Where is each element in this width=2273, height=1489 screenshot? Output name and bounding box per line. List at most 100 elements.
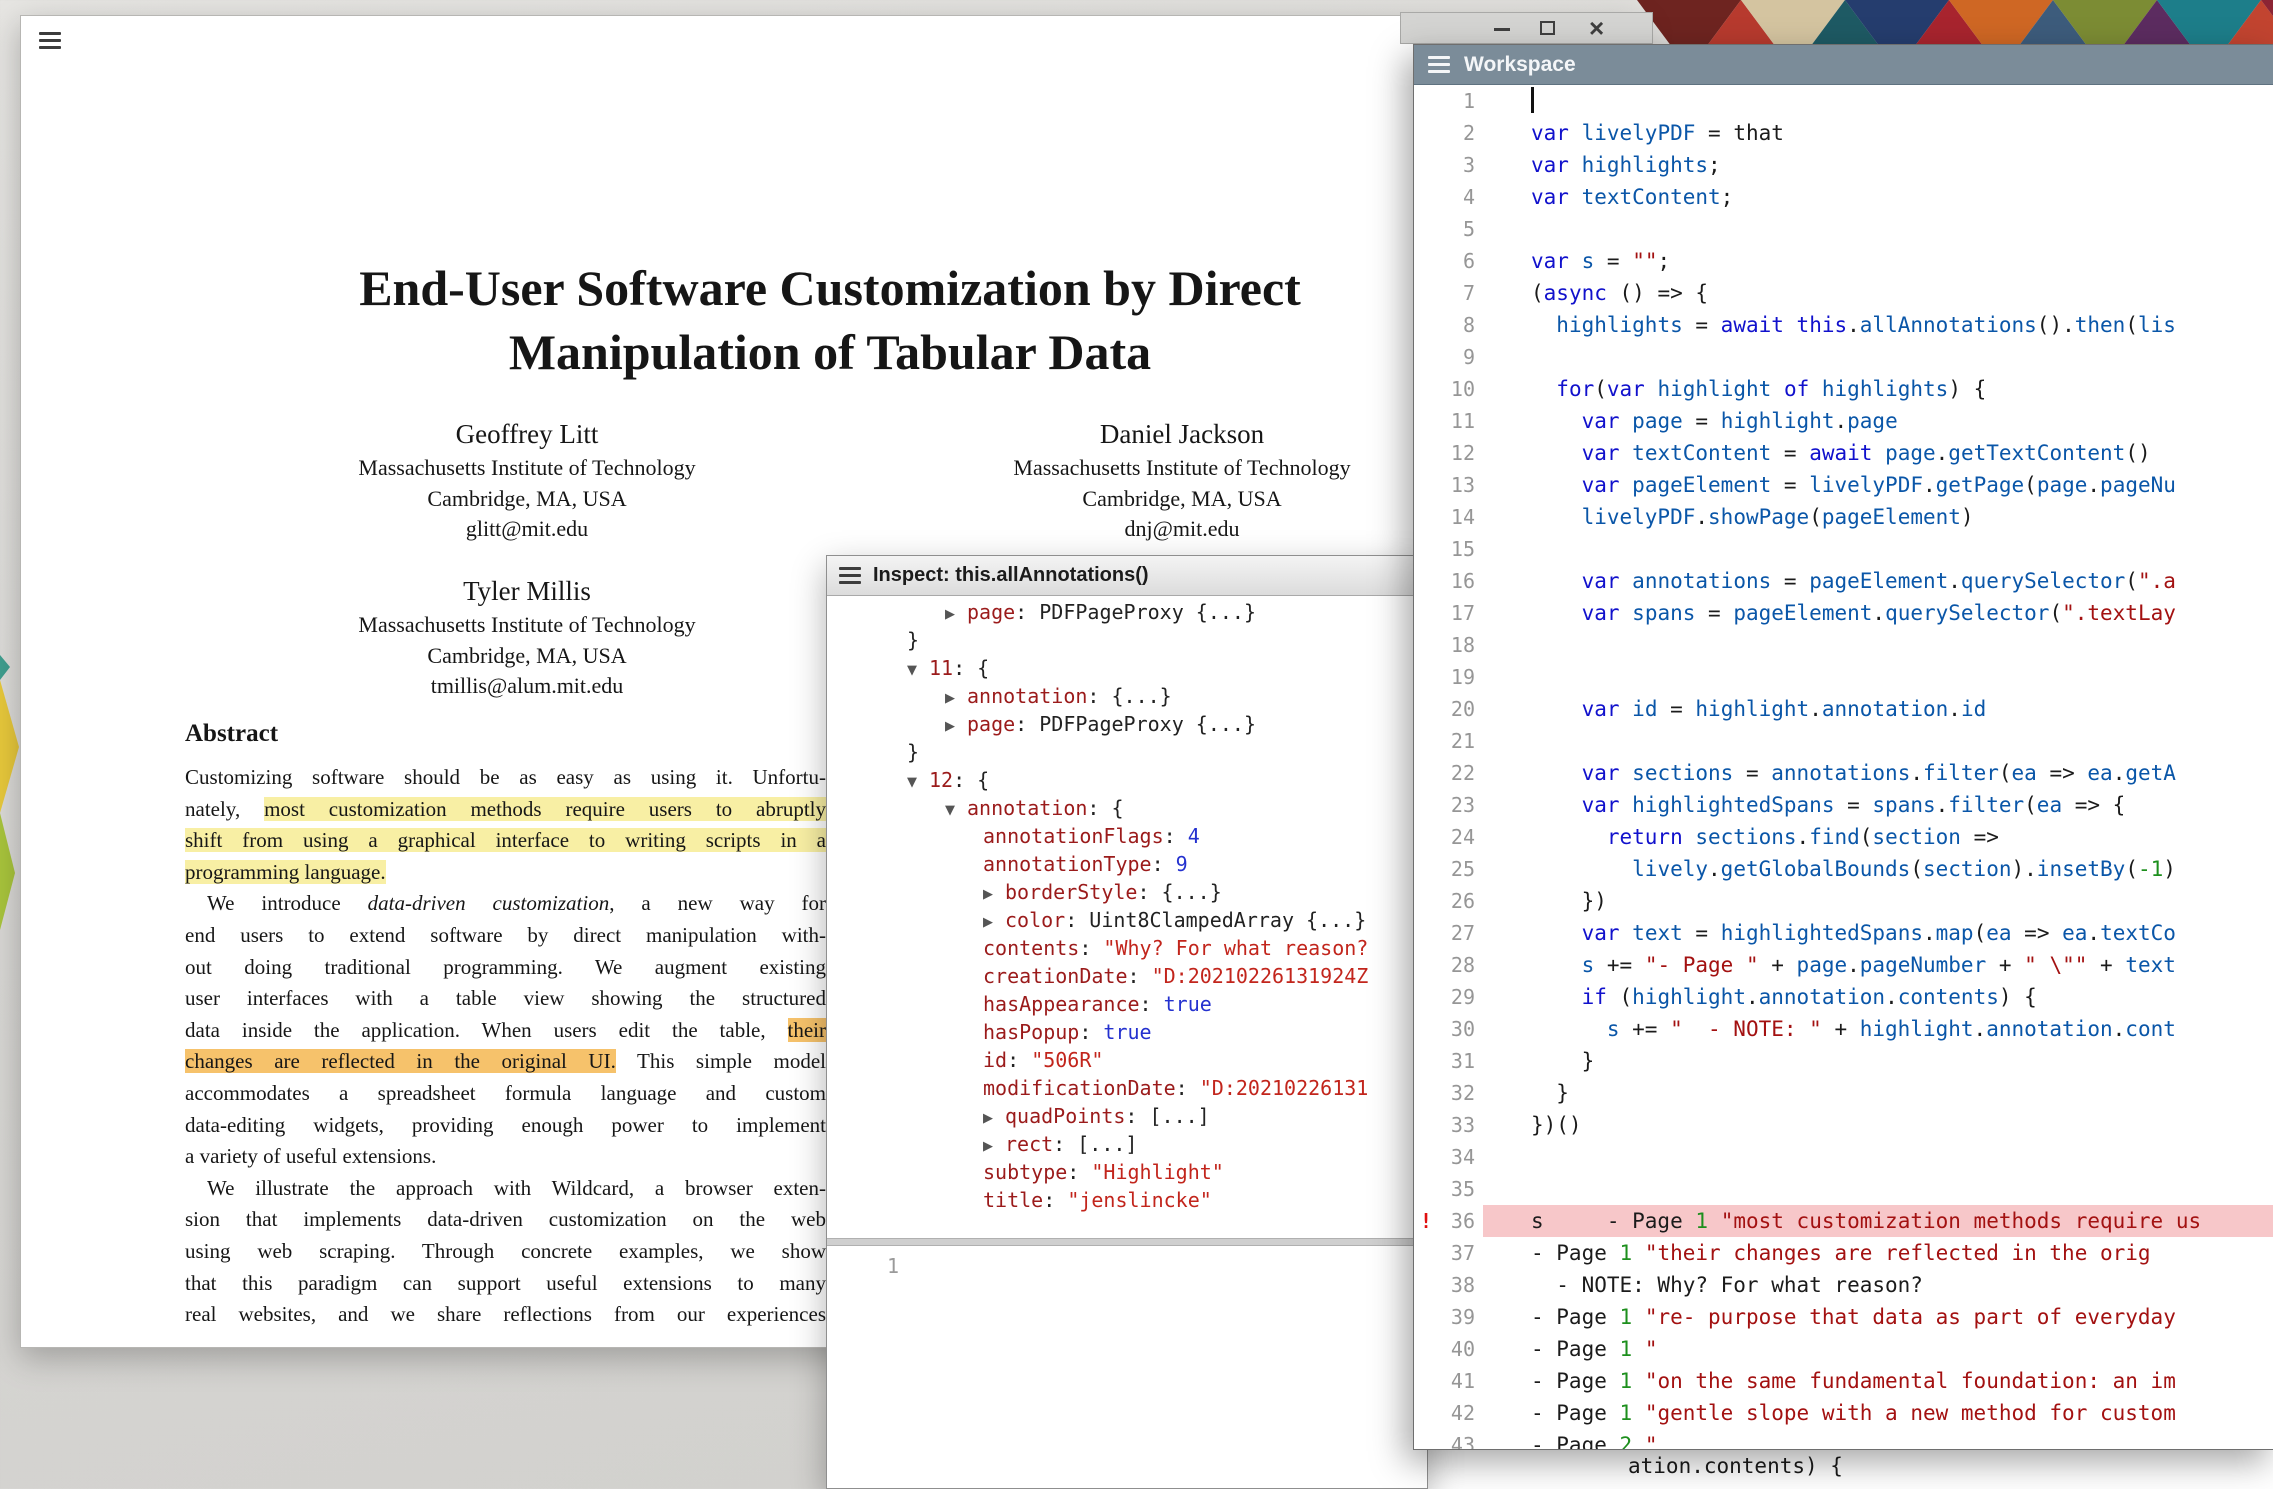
code-line[interactable]: 15 (1414, 533, 2273, 565)
collapse-icon[interactable]: ▼ (945, 797, 967, 825)
code-line-content[interactable] (1483, 341, 2273, 373)
code-line-content[interactable]: - Page 2 " (1483, 1429, 2273, 1450)
code-line-content[interactable]: lively.getGlobalBounds(section).insetBy(… (1483, 853, 2273, 885)
tree-row[interactable]: creationDate: "D:20210226131924Z (827, 962, 1427, 990)
code-line[interactable]: 17 var spans = pageElement.querySelector… (1414, 597, 2273, 629)
code-line[interactable]: 4var textContent; (1414, 181, 2273, 213)
expand-icon[interactable]: ▶ (945, 601, 967, 629)
code-line[interactable]: 43- Page 2 " (1414, 1429, 2273, 1450)
workspace-titlebar[interactable]: Workspace (1414, 45, 2273, 85)
code-line[interactable]: 18 (1414, 629, 2273, 661)
code-line-content[interactable]: }) (1483, 885, 2273, 917)
code-line[interactable]: 30 s += " - NOTE: " + highlight.annotati… (1414, 1013, 2273, 1045)
tree-row[interactable]: subtype: "Highlight" (827, 1158, 1427, 1186)
code-line[interactable]: 2var livelyPDF = that (1414, 117, 2273, 149)
code-line[interactable]: 22 var sections = annotations.filter(ea … (1414, 757, 2273, 789)
menu-icon[interactable] (39, 28, 61, 53)
background-window-titlebar[interactable]: × (1400, 12, 1653, 44)
code-line-content[interactable]: (async () => { (1483, 277, 2273, 309)
code-line-content[interactable]: livelyPDF.showPage(pageElement) (1483, 501, 2273, 533)
inspector-code-pane[interactable]: 1 (827, 1246, 1427, 1488)
code-line[interactable]: 38 - NOTE: Why? For what reason? (1414, 1269, 2273, 1301)
code-line-content[interactable]: - Page 1 "their changes are reflected in… (1483, 1237, 2273, 1269)
code-line-content[interactable]: var pageElement = livelyPDF.getPage(page… (1483, 469, 2273, 501)
tree-row[interactable]: ▶page: PDFPageProxy {...} (827, 598, 1427, 626)
tree-row[interactable]: } (827, 626, 1427, 654)
tree-row[interactable]: contents: "Why? For what reason? (827, 934, 1427, 962)
code-line[interactable]: 11 var page = highlight.page (1414, 405, 2273, 437)
code-line-content[interactable]: highlights = await this.allAnnotations()… (1483, 309, 2273, 341)
code-line[interactable]: 25 lively.getGlobalBounds(section).inset… (1414, 853, 2273, 885)
collapse-icon[interactable]: ▼ (907, 657, 929, 685)
code-line[interactable]: 27 var text = highlightedSpans.map(ea =>… (1414, 917, 2273, 949)
tree-row[interactable]: ▶page: PDFPageProxy {...} (827, 710, 1427, 738)
code-line[interactable]: 31 } (1414, 1045, 2273, 1077)
code-line[interactable]: 42- Page 1 "gentle slope with a new meth… (1414, 1397, 2273, 1429)
code-line[interactable]: 35 (1414, 1173, 2273, 1205)
code-line[interactable]: 19 (1414, 661, 2273, 693)
code-line-content[interactable]: - Page 1 "re- purpose that data as part … (1483, 1301, 2273, 1333)
menu-icon[interactable] (839, 563, 861, 588)
code-line[interactable]: 33})() (1414, 1109, 2273, 1141)
tree-row[interactable]: id: "506R" (827, 1046, 1427, 1074)
close-icon[interactable]: × (1589, 13, 1604, 43)
code-line-content[interactable]: var s = ""; (1483, 245, 2273, 277)
code-line[interactable]: 21 (1414, 725, 2273, 757)
code-line-content[interactable]: for(var highlight of highlights) { (1483, 373, 2273, 405)
code-line-content[interactable] (1483, 85, 2273, 117)
code-line[interactable]: 24 return sections.find(section => (1414, 821, 2273, 853)
tree-row[interactable]: modificationDate: "D:20210226131 (827, 1074, 1427, 1102)
code-line-content[interactable]: var page = highlight.page (1483, 405, 2273, 437)
code-line[interactable]: 16 var annotations = pageElement.querySe… (1414, 565, 2273, 597)
code-line-content[interactable]: s - Page 1 "most customization methods r… (1483, 1205, 2273, 1237)
code-line-content[interactable]: var textContent; (1483, 181, 2273, 213)
code-line-content[interactable]: - Page 1 "gentle slope with a new method… (1483, 1397, 2273, 1429)
author-email[interactable]: dnj@mit.edu (922, 514, 1442, 545)
code-line[interactable]: 20 var id = highlight.annotation.id (1414, 693, 2273, 725)
expand-icon[interactable]: ▶ (983, 1105, 1005, 1133)
code-line-content[interactable]: s += "- Page " + page.pageNumber + " \""… (1483, 949, 2273, 981)
code-line[interactable]: 7(async () => { (1414, 277, 2273, 309)
code-editor[interactable]: 12var livelyPDF = that3var highlights;4v… (1414, 85, 2273, 1450)
code-line-content[interactable]: } (1483, 1045, 2273, 1077)
code-line-content[interactable]: var text = highlightedSpans.map(ea => ea… (1483, 917, 2273, 949)
code-line-content[interactable]: var sections = annotations.filter(ea => … (1483, 757, 2273, 789)
author-email[interactable]: tmillis@alum.mit.edu (267, 671, 787, 702)
code-line[interactable]: 37- Page 1 "their changes are reflected … (1414, 1237, 2273, 1269)
code-line[interactable]: !36s - Page 1 "most customization method… (1414, 1205, 2273, 1237)
author-email[interactable]: glitt@mit.edu (267, 514, 787, 545)
code-line-content[interactable]: })() (1483, 1109, 2273, 1141)
code-line-content[interactable]: - Page 1 "on the same fundamental founda… (1483, 1365, 2273, 1397)
expand-icon[interactable]: ▶ (945, 713, 967, 741)
tree-row[interactable]: ▼annotation: { (827, 794, 1427, 822)
code-line-content[interactable]: var livelyPDF = that (1483, 117, 2273, 149)
code-line[interactable]: 14 livelyPDF.showPage(pageElement) (1414, 501, 2273, 533)
code-line-content[interactable]: return sections.find(section => (1483, 821, 2273, 853)
code-line-content[interactable]: if (highlight.annotation.contents) { (1483, 981, 2273, 1013)
code-line-content[interactable]: } (1483, 1077, 2273, 1109)
tree-row[interactable]: ▼11: { (827, 654, 1427, 682)
code-line-content[interactable] (1483, 725, 2273, 757)
tree-row[interactable]: ▶annotation: {...} (827, 682, 1427, 710)
code-line-content[interactable]: var id = highlight.annotation.id (1483, 693, 2273, 725)
inspector-titlebar[interactable]: Inspect: this.allAnnotations() (827, 556, 1427, 596)
menu-icon[interactable] (1428, 52, 1450, 77)
code-line-content[interactable] (1483, 629, 2273, 661)
code-line[interactable]: 6var s = ""; (1414, 245, 2273, 277)
code-line-content[interactable]: var textContent = await page.getTextCont… (1483, 437, 2273, 469)
code-line[interactable]: 29 if (highlight.annotation.contents) { (1414, 981, 2273, 1013)
tree-row[interactable]: annotationFlags: 4 (827, 822, 1427, 850)
code-line-content[interactable] (1483, 1141, 2273, 1173)
expand-icon[interactable]: ▶ (983, 909, 1005, 937)
code-line[interactable]: 3var highlights; (1414, 149, 2273, 181)
code-line[interactable]: 5 (1414, 213, 2273, 245)
expand-icon[interactable]: ▶ (983, 881, 1005, 909)
code-line[interactable]: 32 } (1414, 1077, 2273, 1109)
object-tree[interactable]: ▶page: PDFPageProxy {...}}▼11: {▶annotat… (827, 596, 1427, 1238)
code-line[interactable]: 39- Page 1 "re- purpose that data as par… (1414, 1301, 2273, 1333)
maximize-icon[interactable] (1540, 21, 1555, 35)
code-line[interactable]: 34 (1414, 1141, 2273, 1173)
code-line-content[interactable]: - Page 1 " (1483, 1333, 2273, 1365)
tree-row[interactable]: ▶color: Uint8ClampedArray {...} (827, 906, 1427, 934)
code-line-content[interactable] (1483, 213, 2273, 245)
